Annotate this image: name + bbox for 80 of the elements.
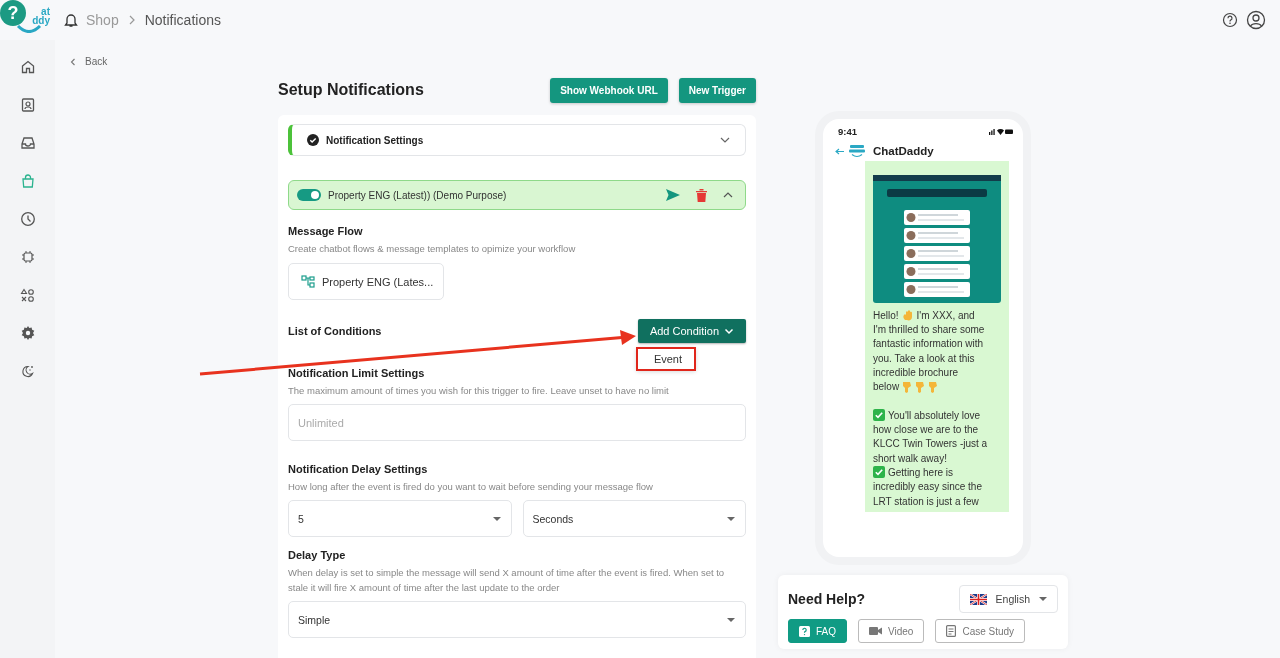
message-text: you. Take a look at this (873, 352, 975, 364)
question-icon (799, 625, 810, 637)
chevron-down-icon[interactable] (719, 136, 731, 144)
back-arrow-icon[interactable] (835, 147, 844, 155)
webhook-button[interactable]: Show Webhook URL (550, 77, 668, 103)
help-tab[interactable]: FAQ (788, 619, 847, 643)
section-description: Create chatbot flows & message templates to opimize your workflow (288, 242, 577, 256)
home-icon[interactable] (19, 59, 36, 75)
section-label: Delay Type (288, 549, 347, 561)
unit-select[interactable]: Seconds (522, 500, 746, 537)
help-icon[interactable] (1222, 12, 1238, 28)
logo-text: at ddy (32, 7, 50, 25)
message-text: KLCC Twin Towers -just a (873, 438, 988, 450)
clock-icon[interactable] (19, 211, 36, 227)
message-text: below (873, 381, 900, 393)
waving-hand-icon (901, 309, 914, 322)
user-icon[interactable] (1246, 10, 1266, 30)
contact-icon[interactable] (19, 97, 36, 113)
checkmark-icon (873, 466, 885, 479)
section-label: Notification Limit Settings (288, 367, 426, 379)
message-text: I'm thrilled to share some (873, 323, 985, 335)
limit-input[interactable]: Unlimited (288, 404, 746, 441)
section-description: The maximum amount of times you wish for this trigger to fire. Leave unset to have no limit (288, 384, 670, 398)
message-text: LRT station is just a few (873, 495, 979, 507)
back-link[interactable]: Back (85, 56, 108, 67)
delete-icon[interactable] (696, 188, 707, 202)
shapes-icon[interactable] (20, 287, 35, 303)
help-tab[interactable]: Case Study (935, 619, 1026, 643)
section-title: Notification Settings (326, 134, 424, 146)
checkmark-icon (873, 409, 885, 422)
breadcrumb-current: Notifications (144, 12, 221, 28)
flow-icon (301, 275, 315, 288)
chat-name: ChatDaddy (873, 145, 934, 157)
document-icon (946, 625, 957, 637)
status-time: 9:41 (838, 125, 857, 137)
chevron-up-icon[interactable] (722, 191, 734, 199)
section-description: When delay is set to simple the message will send X amount of time after the event is fired. When set to stale it will fire X amount of time after the last update to the order (288, 566, 726, 595)
delay-type-select[interactable]: Simple (288, 601, 746, 638)
message-text: fantastic information with (873, 338, 984, 350)
message-text: I'm XXX, and (916, 309, 975, 321)
inbox-icon[interactable] (19, 135, 36, 151)
section-label: Notification Delay Settings (288, 463, 429, 475)
add-condition-button[interactable]: Add Condition (637, 319, 746, 343)
back-chevron-icon[interactable] (70, 57, 76, 66)
message-text: You'll absolutely love (888, 409, 981, 421)
new-trigger-button[interactable]: New Trigger (678, 77, 756, 103)
status-icons (989, 127, 1013, 135)
flow-button[interactable]: Property ENG (Lates... (288, 263, 445, 300)
flag-icon (969, 593, 987, 605)
language-select[interactable]: English (958, 585, 1058, 613)
message-text: Getting here is (888, 466, 954, 478)
help-title: Need Help? (788, 591, 865, 607)
pointing-down-icon (902, 380, 913, 393)
chevron-down-icon (724, 327, 734, 335)
toggle-switch[interactable] (297, 189, 321, 201)
moon-icon[interactable] (20, 363, 35, 379)
settings-accordion[interactable]: Notification Settings (288, 124, 746, 156)
amount-select[interactable]: 5 (288, 500, 512, 537)
message-text: incredibly easy since the (873, 481, 982, 493)
page-title: Setup Notifications (278, 81, 424, 99)
trigger-name: Property ENG (Latest)) (Demo Purpose) (328, 189, 507, 201)
chip-icon[interactable] (20, 250, 35, 264)
chat-logo-icon (847, 144, 867, 158)
message-text: Hello! (873, 309, 899, 321)
section-label: List of Conditions (288, 325, 382, 337)
settings-icon[interactable] (19, 325, 36, 341)
help-bubble[interactable]: ? (0, 0, 26, 26)
help-tab[interactable]: Video (858, 619, 925, 643)
message-text: short walk away! (873, 452, 947, 464)
send-icon[interactable] (665, 188, 681, 202)
section-description: How long after the event is fired do you want to wait before sending your message flow (288, 480, 654, 494)
check-circle-icon (307, 134, 319, 146)
camera-icon (869, 626, 882, 636)
message-text: incredible brochure (873, 366, 959, 378)
smile-icon (16, 25, 42, 33)
bell-icon[interactable] (64, 12, 78, 28)
pointing-down-icon (915, 380, 926, 393)
pointing-down-icon (928, 380, 939, 393)
section-label: Message Flow (288, 225, 364, 237)
message-text: how close we are to the (873, 424, 979, 435)
